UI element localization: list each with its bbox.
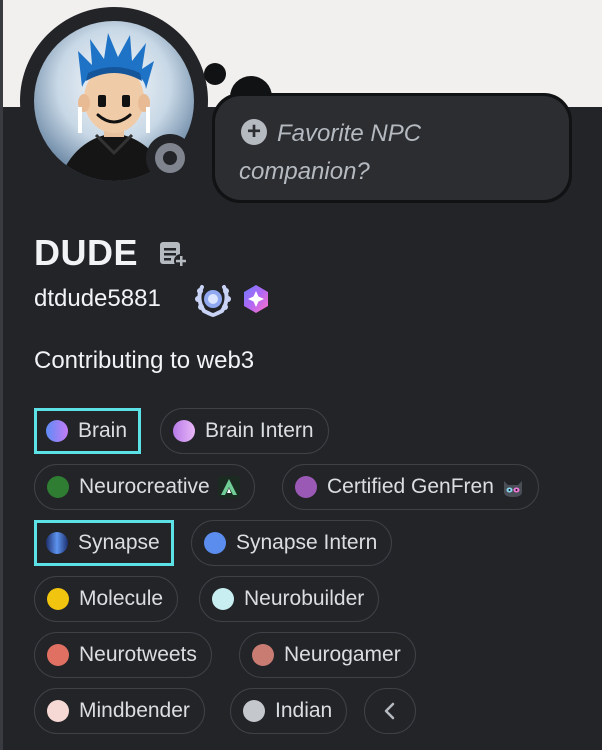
role-brain-intern[interactable]: Brain Intern — [160, 408, 329, 454]
role-color-dot — [47, 588, 69, 610]
role-synapse-intern[interactable]: Synapse Intern — [191, 520, 393, 566]
role-brain[interactable]: Brain — [34, 408, 142, 454]
role-label: Neurocreative — [79, 475, 210, 498]
role-label: Neurotweets — [79, 643, 197, 666]
collapse-roles-button[interactable] — [364, 688, 416, 734]
custom-status-text[interactable]: Favorite NPC companion? — [239, 115, 549, 191]
left-edge-divider — [0, 0, 3, 750]
creative-icon — [217, 476, 240, 498]
role-color-dot — [243, 700, 265, 722]
role-color-dot — [47, 476, 69, 498]
role-color-dot — [47, 644, 69, 666]
role-label: Brain — [78, 419, 128, 442]
role-label: Neurogamer — [284, 643, 401, 666]
role-synapse[interactable]: Synapse — [34, 520, 174, 566]
role-color-dot — [46, 420, 68, 442]
role-label: Molecule — [79, 587, 164, 610]
role-neurogamer[interactable]: Neurogamer — [239, 632, 416, 678]
role-label: Mindbender — [79, 699, 190, 722]
role-indian[interactable]: Indian — [230, 688, 348, 734]
role-color-dot — [173, 420, 195, 442]
role-mindbender[interactable]: Mindbender — [34, 688, 205, 734]
chevron-left-icon — [384, 702, 395, 720]
laurel-badge-icon[interactable] — [194, 281, 232, 317]
status-offline-icon — [155, 143, 185, 173]
role-color-dot — [252, 644, 274, 666]
nitro-badge-icon[interactable] — [240, 283, 272, 315]
about-me-text: Contributing to web3 — [34, 347, 255, 374]
note-add-icon[interactable] — [158, 240, 188, 268]
cat-icon — [503, 481, 522, 497]
role-label: Synapse — [78, 531, 160, 554]
role-color-dot — [212, 588, 234, 610]
role-molecule[interactable]: Molecule — [34, 576, 179, 622]
role-label: Neurobuilder — [244, 587, 365, 610]
role-label: Indian — [275, 699, 333, 722]
username[interactable]: dtdude5881 — [34, 285, 161, 313]
thought-dot-small — [204, 63, 226, 85]
role-neurocreative[interactable]: Neurocreative — [34, 464, 255, 510]
role-label: Brain Intern — [205, 419, 314, 442]
role-neurotweets[interactable]: Neurotweets — [34, 632, 212, 678]
role-neurobuilder[interactable]: Neurobuilder — [199, 576, 380, 622]
role-certified-genfren[interactable]: Certified GenFren — [282, 464, 539, 510]
display-name: DUDE — [34, 232, 139, 273]
role-color-dot — [295, 476, 317, 498]
role-label: Certified GenFren — [327, 475, 494, 498]
role-color-dot — [204, 532, 226, 554]
role-label: Synapse Intern — [236, 531, 378, 554]
role-color-dot — [46, 532, 68, 554]
role-color-dot — [47, 700, 69, 722]
